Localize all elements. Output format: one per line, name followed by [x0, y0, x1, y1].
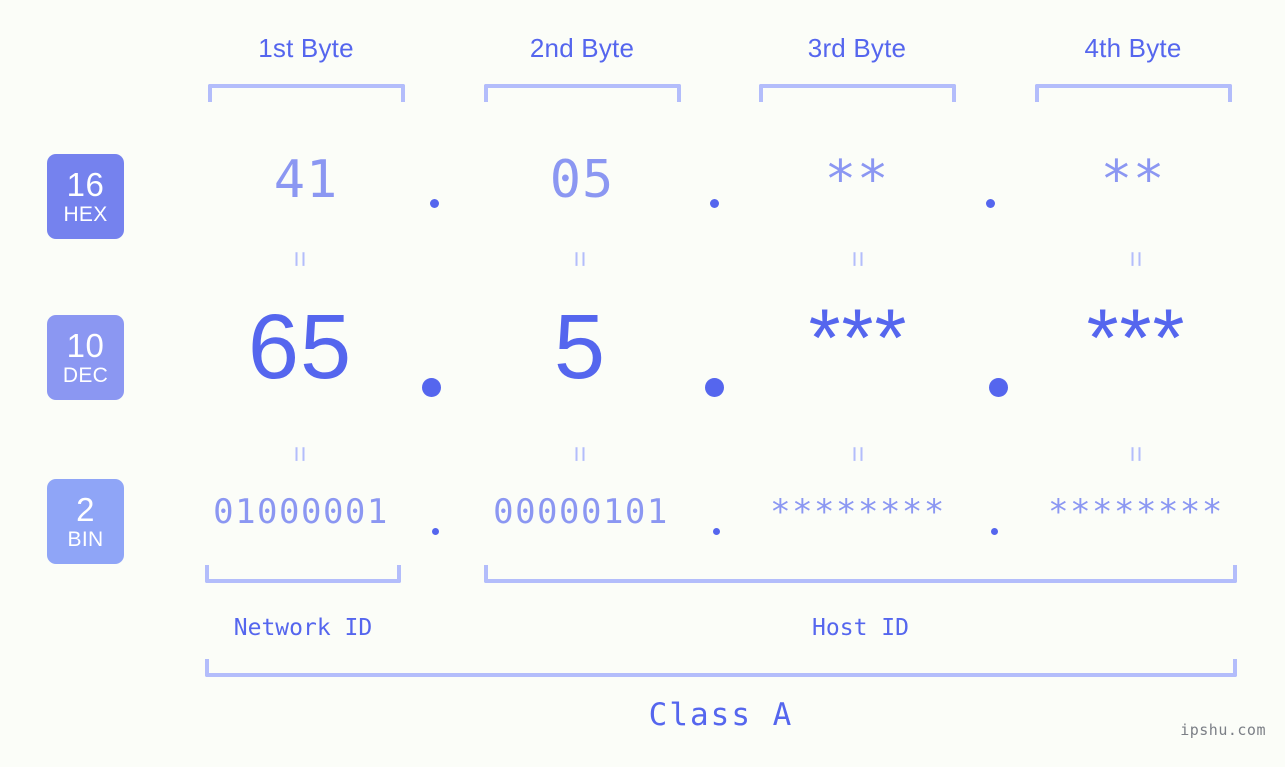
hex-value-4: ** [1100, 150, 1166, 210]
site-watermark: ipshu.com [1180, 721, 1266, 739]
bin-value-1: 01000001 [213, 492, 389, 532]
base-badge-dec-number: 10 [66, 327, 105, 364]
equals-connector-dec-bin-3: = [842, 445, 874, 463]
bin-value-4: ******** [1048, 492, 1224, 532]
network-id-bracket [205, 565, 401, 583]
base-badge-hex-number: 16 [66, 166, 105, 203]
bin-value-2: 00000101 [493, 492, 669, 532]
dec-separator-dot-2 [705, 378, 724, 397]
equals-connector-dec-bin-2: = [564, 445, 596, 463]
byte-bracket-1 [208, 84, 405, 102]
class-label: Class A [648, 697, 794, 733]
byte-header-1: 1st Byte [258, 33, 354, 63]
equals-connector-hex-dec-4: = [1120, 250, 1152, 268]
dec-value-4: *** [1086, 293, 1186, 384]
hex-separator-dot-3 [986, 199, 995, 208]
base-badge-bin: 2 BIN [47, 479, 124, 564]
equals-connector-hex-dec-3: = [842, 250, 874, 268]
base-badge-bin-number: 2 [76, 491, 95, 528]
dec-separator-dot-1 [422, 378, 441, 397]
host-id-label: Host ID [812, 615, 909, 641]
bin-separator-dot-1 [432, 528, 439, 535]
byte-bracket-4 [1035, 84, 1232, 102]
hex-value-1: 41 [273, 150, 339, 210]
equals-connector-dec-bin-1: = [284, 445, 316, 463]
byte-header-2: 2nd Byte [529, 33, 635, 63]
byte-header-4: 4th Byte [1084, 33, 1182, 63]
base-badge-hex: 16 HEX [47, 154, 124, 239]
host-id-bracket [484, 565, 1237, 583]
hex-value-2: 05 [549, 150, 615, 210]
dec-separator-dot-3 [989, 378, 1008, 397]
equals-connector-dec-bin-4: = [1120, 445, 1152, 463]
base-badge-hex-name: HEX [63, 203, 108, 226]
base-badge-dec: 10 DEC [47, 315, 124, 400]
byte-bracket-3 [759, 84, 956, 102]
byte-header-3: 3rd Byte [807, 33, 907, 63]
bin-value-3: ******** [770, 492, 946, 532]
hex-value-3: ** [824, 150, 890, 210]
dec-value-1: 65 [247, 296, 353, 398]
ip-byte-breakdown-diagram: 1st Byte 2nd Byte 3rd Byte 4th Byte 16 H… [0, 0, 1285, 767]
equals-connector-hex-dec-2: = [564, 250, 596, 268]
hex-separator-dot-1 [430, 199, 439, 208]
base-badge-bin-name: BIN [67, 528, 104, 551]
base-badge-dec-name: DEC [62, 364, 109, 387]
hex-separator-dot-2 [710, 199, 719, 208]
equals-connector-hex-dec-1: = [284, 250, 316, 268]
network-id-label: Network ID [233, 615, 373, 641]
class-bracket [205, 659, 1237, 677]
dec-value-2: 5 [553, 296, 607, 398]
dec-value-3: *** [808, 293, 908, 384]
byte-bracket-2 [484, 84, 681, 102]
bin-separator-dot-3 [991, 528, 998, 535]
bin-separator-dot-2 [713, 528, 720, 535]
